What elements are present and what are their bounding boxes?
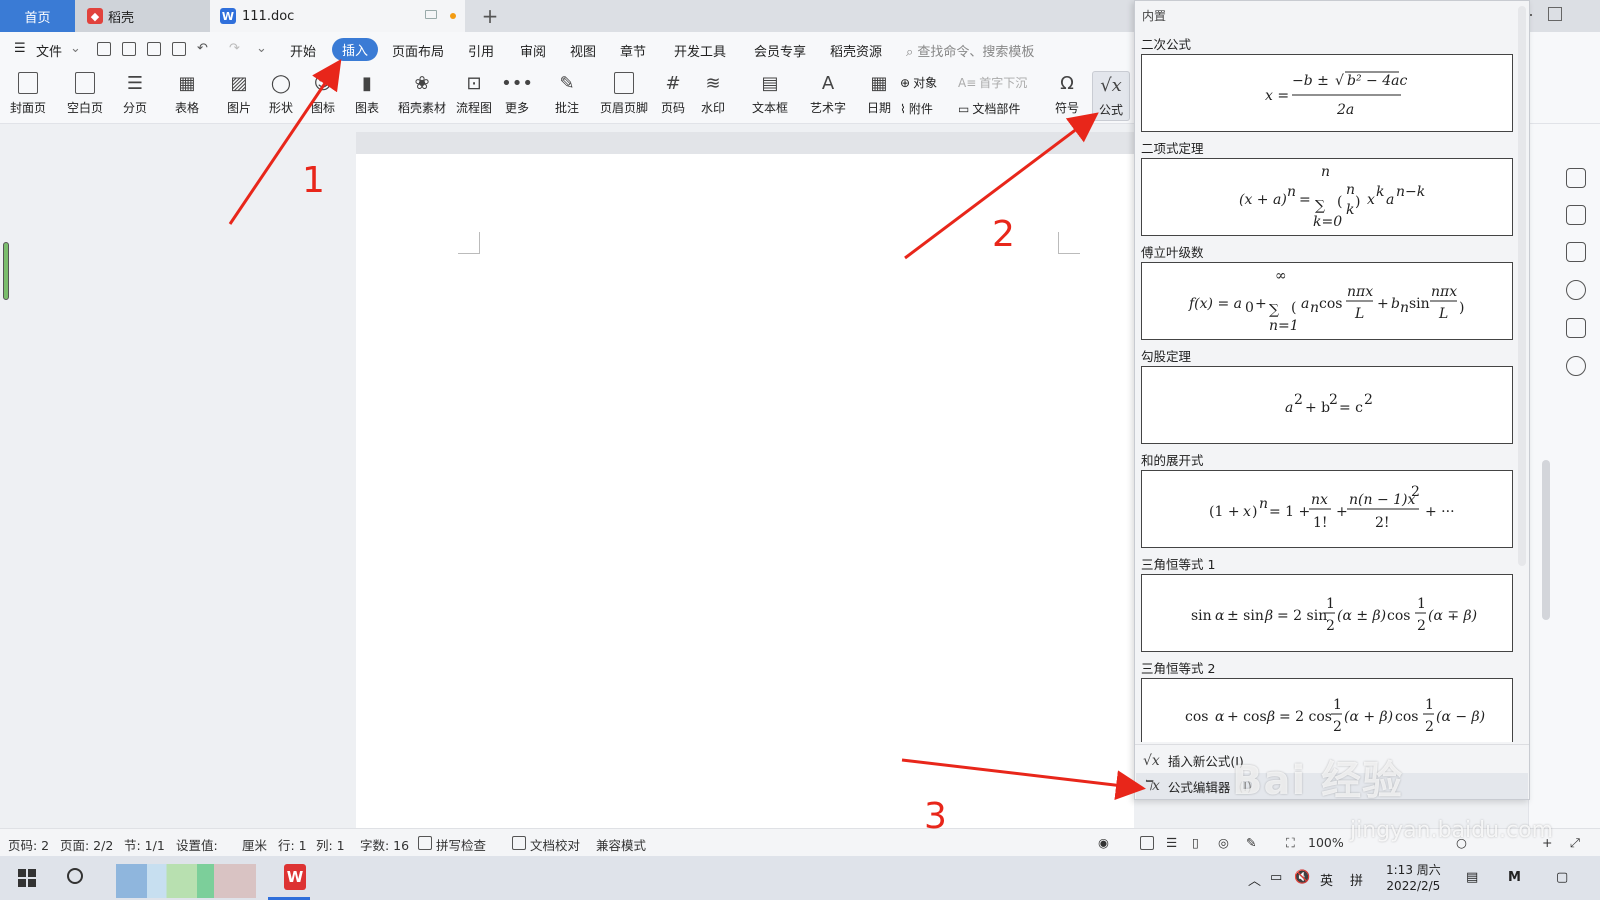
step-number-3: 3 xyxy=(924,796,947,837)
arrow-step-3 xyxy=(901,758,1146,801)
baidu-watermark: Bai 经验 xyxy=(1232,758,1404,804)
step-number-1: 1 xyxy=(302,160,325,201)
step-number-2: 2 xyxy=(992,214,1015,255)
baidu-watermark-url: jingyan.baidu.com xyxy=(1350,818,1554,843)
